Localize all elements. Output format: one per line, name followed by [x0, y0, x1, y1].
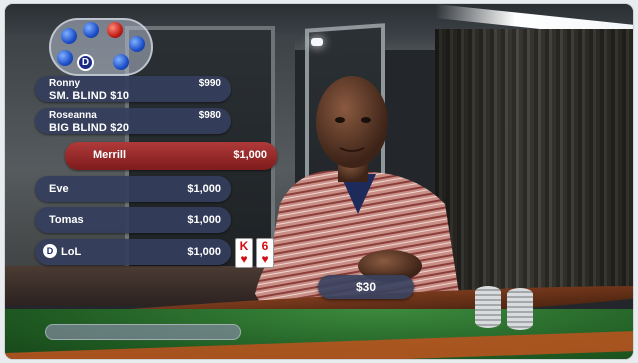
player-row-roseanna: Roseanna $980 BIG BLIND $20: [35, 108, 231, 134]
seat-marker-dealer: [107, 22, 123, 38]
player-stack: $980: [198, 110, 221, 121]
seat-marker: [129, 36, 145, 52]
player-stack: $990: [198, 78, 221, 89]
dealer-button-icon: D: [43, 244, 57, 258]
action-bar[interactable]: [45, 324, 241, 340]
door-light: [311, 38, 323, 46]
dealer-button-icon: D: [77, 54, 94, 71]
player-stack: $1,000: [187, 214, 221, 226]
player-row-lol: D LoL $1,000: [35, 239, 231, 265]
seat-marker: [57, 50, 73, 66]
player-row-tomas: Tomas $1,000: [35, 207, 231, 233]
player-row-eve: Eve $1,000: [35, 176, 231, 202]
heart-suit-icon: ♥: [261, 252, 269, 266]
blind-label: BIG BLIND $20: [49, 122, 130, 134]
player-row-merrill-active: Merrill $1,000: [65, 142, 277, 170]
seat-map: D: [49, 18, 153, 76]
player-stack: $1,000: [187, 183, 221, 195]
blind-label: SM. BLIND $10: [49, 90, 130, 102]
player-name: LoL: [61, 246, 82, 258]
game-viewport: D Ronny $990 SM. BLIND $10 Roseanna $980…: [4, 3, 634, 360]
player-stack: $1,000: [187, 246, 221, 258]
player-stack: $1,000: [233, 149, 267, 161]
seat-marker: [61, 28, 77, 44]
player-name: Merrill: [93, 149, 127, 161]
chip-stack: [507, 288, 533, 330]
player-name: Ronny: [49, 78, 81, 89]
player-name: Eve: [49, 183, 69, 195]
player-name: Roseanna: [49, 110, 97, 121]
chip-stack: [475, 286, 501, 328]
hole-card: 6 ♥: [256, 238, 274, 268]
pot-amount: $30: [318, 275, 414, 299]
player-name: Tomas: [49, 214, 84, 226]
seat-marker: [113, 54, 129, 70]
heart-suit-icon: ♥: [240, 252, 248, 266]
seat-marker: [83, 22, 99, 38]
player-row-ronny: Ronny $990 SM. BLIND $10: [35, 76, 231, 102]
hole-card: K ♥: [235, 238, 253, 268]
